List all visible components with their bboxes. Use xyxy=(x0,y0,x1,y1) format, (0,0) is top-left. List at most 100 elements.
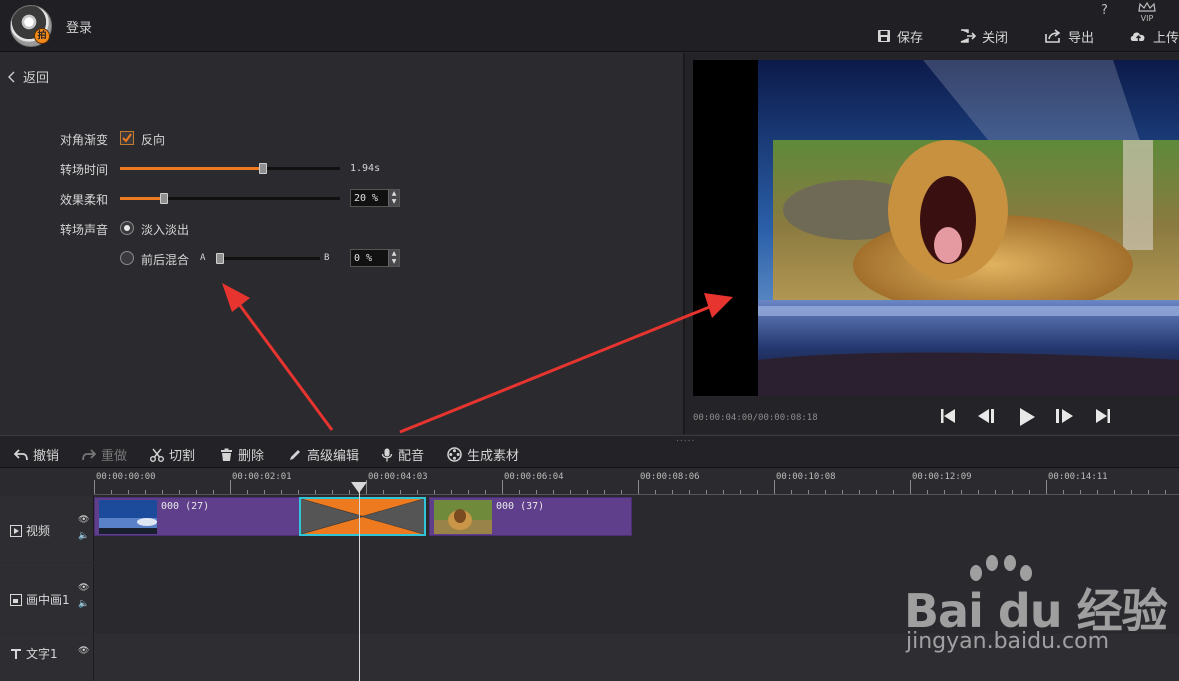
preview-panel: 00:00:04:00/00:00:08:18 xyxy=(683,53,1179,434)
ruler-tick xyxy=(349,490,350,494)
text-track-controls: 👁 xyxy=(78,646,89,656)
spin-up-icon[interactable]: ▲ xyxy=(392,191,397,197)
softness-thumb[interactable] xyxy=(160,193,168,204)
playhead-handle[interactable] xyxy=(351,482,367,493)
transition-settings-panel: 返回 对角渐变 反向 转场时间 1.94s 效果柔和 20 % ▲ ▼ 转场声音 … xyxy=(0,53,683,434)
ruler-tick xyxy=(587,490,588,494)
panel-resize-grip[interactable]: ..... xyxy=(676,435,695,444)
step-back-button[interactable] xyxy=(977,408,997,427)
ruler-tick xyxy=(757,490,758,494)
transition-time-thumb[interactable] xyxy=(259,163,267,174)
back-label: 返回 xyxy=(23,71,50,86)
watermark-url: jingyan.baidu.com xyxy=(906,629,1110,654)
spin-down-icon[interactable]: ▼ xyxy=(392,259,397,265)
ruler-tick xyxy=(281,490,282,494)
ruler-tick xyxy=(298,490,299,494)
softness-slider[interactable] xyxy=(120,193,340,204)
help-button[interactable]: ? xyxy=(1101,3,1108,18)
softness-spinbox[interactable]: 20 % ▲ ▼ xyxy=(350,189,400,207)
eye-icon[interactable]: 👁 xyxy=(78,646,89,656)
mix-a-label: A xyxy=(200,253,206,263)
ruler-tick xyxy=(1148,490,1149,494)
spin-arrows[interactable]: ▲ ▼ xyxy=(388,250,399,266)
eye-icon[interactable]: 👁 xyxy=(78,583,89,593)
video-track-header: 视频 👁 🔈 xyxy=(0,496,94,562)
transition-time-fill xyxy=(120,167,263,170)
step-back-icon xyxy=(978,409,994,423)
save-button[interactable]: 保存 xyxy=(877,27,924,46)
skip-to-start-button[interactable] xyxy=(940,408,956,427)
dub-label: 配音 xyxy=(398,449,425,464)
preview-timecode: 00:00:04:00/00:00:08:18 xyxy=(693,413,818,423)
ruler-tick xyxy=(808,490,809,494)
skip-to-end-button[interactable] xyxy=(1095,408,1111,427)
ruler-tick xyxy=(655,490,656,494)
ruler-tick xyxy=(893,490,894,494)
timeline-ruler[interactable]: 00:00:00:00 00:00:02:01 00:00:04:03 00:0… xyxy=(94,469,1179,495)
video-editor-window: 拍 登录 ? VIP 保存 关闭 导出 上传 返回 对角渐变 反向 转场时间 1… xyxy=(0,0,1179,681)
video-track-title: 视频 xyxy=(10,522,50,539)
ruler-tick xyxy=(842,490,843,494)
mix-thumb[interactable] xyxy=(216,253,224,264)
cut-button[interactable]: 切割 xyxy=(150,445,195,464)
undo-button[interactable]: 撤销 xyxy=(14,445,59,464)
spin-arrows[interactable]: ▲ ▼ xyxy=(388,190,399,206)
back-button[interactable]: 返回 xyxy=(8,67,49,86)
close-label: 关闭 xyxy=(982,30,1009,46)
login-link[interactable]: 登录 xyxy=(66,17,92,36)
generate-material-label: 生成素材 xyxy=(467,449,520,464)
mix-slider[interactable] xyxy=(216,253,320,264)
generate-material-button[interactable]: 生成素材 xyxy=(447,445,519,464)
step-forward-button[interactable] xyxy=(1054,408,1074,427)
vip-badge[interactable]: VIP xyxy=(1138,1,1156,23)
spin-up-icon[interactable]: ▲ xyxy=(392,251,397,257)
diagonal-transition-icon xyxy=(301,499,424,534)
ruler-tick xyxy=(672,490,673,494)
speaker-icon[interactable]: 🔈 xyxy=(78,599,89,609)
ruler-tick xyxy=(162,490,163,494)
playhead-line[interactable] xyxy=(359,482,360,681)
clip-thumbnail-lion xyxy=(434,500,492,534)
export-button[interactable]: 导出 xyxy=(1045,27,1094,46)
eye-icon[interactable]: 👁 xyxy=(78,515,89,525)
ruler-tick xyxy=(961,490,962,494)
save-label: 保存 xyxy=(897,30,924,46)
dub-button[interactable]: 配音 xyxy=(381,445,424,464)
text-track-label: 文字1 xyxy=(26,647,58,661)
save-icon xyxy=(878,30,890,42)
ruler-tick xyxy=(621,490,622,494)
chevron-left-icon xyxy=(8,71,15,82)
upload-label: 上传 xyxy=(1153,30,1179,46)
transition-block[interactable] xyxy=(299,497,426,536)
video-preview-frame[interactable] xyxy=(693,60,1179,396)
microphone-icon xyxy=(381,448,393,461)
delete-button[interactable]: 删除 xyxy=(220,445,264,464)
ruler-tick xyxy=(791,490,792,494)
spin-down-icon[interactable]: ▼ xyxy=(392,199,397,205)
reverse-label: 反向 xyxy=(141,133,166,147)
video-clip-1[interactable]: 000 (27) xyxy=(94,497,300,536)
export-icon xyxy=(1045,29,1061,43)
reverse-checkbox[interactable] xyxy=(120,131,134,145)
ruler-tick xyxy=(111,490,112,494)
mix-radio[interactable] xyxy=(120,251,134,265)
redo-button[interactable]: 重做 xyxy=(82,445,127,464)
mix-spinbox[interactable]: 0 % ▲ ▼ xyxy=(350,249,400,267)
ruler-tick xyxy=(1063,490,1064,494)
play-button[interactable] xyxy=(1018,408,1036,429)
ruler-tick xyxy=(94,480,95,494)
play-icon xyxy=(1020,408,1035,426)
ruler-tick xyxy=(1046,480,1047,494)
ruler-tick xyxy=(740,490,741,494)
close-button[interactable]: 关闭 xyxy=(960,27,1009,46)
undo-icon xyxy=(14,448,28,460)
text-track-header: 文字1 👁 xyxy=(0,634,94,681)
speaker-icon[interactable]: 🔈 xyxy=(78,531,89,541)
exit-icon xyxy=(960,29,976,43)
transition-time-slider[interactable] xyxy=(120,163,340,174)
upload-button[interactable]: 上传 xyxy=(1130,27,1179,46)
fade-radio[interactable] xyxy=(120,221,134,235)
advanced-edit-button[interactable]: 高级编辑 xyxy=(288,445,359,464)
video-clip-2[interactable]: 000 (37) xyxy=(429,497,632,536)
ruler-tick xyxy=(417,490,418,494)
